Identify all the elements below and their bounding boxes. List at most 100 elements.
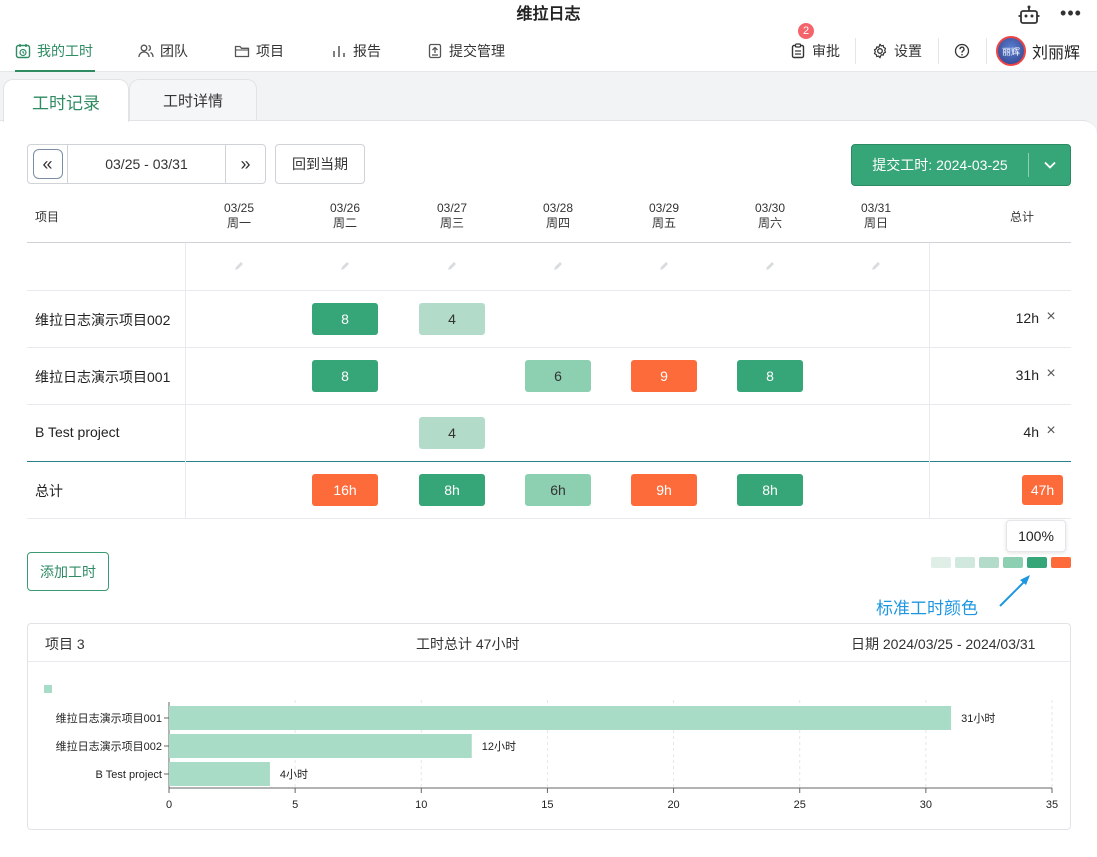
chevron-down-icon[interactable] [1029, 158, 1070, 172]
x-tick-label: 0 [166, 799, 172, 811]
table-row-line [27, 518, 1071, 519]
x-tick-label: 35 [1046, 799, 1058, 811]
prev-week-button[interactable]: « [28, 145, 68, 183]
back-to-current-button[interactable]: 回到当期 [275, 144, 365, 184]
next-week-button[interactable]: » [225, 145, 265, 183]
nav-settings[interactable]: 设置 [872, 30, 922, 72]
table-header-line [27, 242, 1071, 243]
x-tick-label: 5 [292, 799, 298, 811]
day-weekday: 周三 [439, 216, 464, 230]
legend-swatch [1051, 557, 1071, 568]
nav-label: 报告 [353, 43, 381, 59]
nav-divider [986, 38, 987, 64]
hours-cell[interactable]: 8 [737, 360, 803, 392]
close-icon[interactable]: × [1044, 365, 1058, 383]
day-date: 03/28 [542, 201, 574, 215]
title-bar: 维拉日志 ••• [0, 0, 1097, 30]
day-date: 03/30 [754, 201, 786, 215]
table-col-divider [929, 243, 930, 518]
robot-icon[interactable] [1018, 5, 1040, 25]
total-column-header: 总计 [1009, 210, 1034, 224]
day-column-header: 03/28 周四 [528, 201, 588, 231]
daily-total-cell: 8h [419, 474, 485, 506]
pencil-icon[interactable] [339, 260, 351, 272]
folder-icon [234, 45, 250, 58]
help-button[interactable] [954, 30, 970, 72]
x-tick-label: 25 [794, 799, 806, 811]
close-icon[interactable]: × [1044, 308, 1058, 326]
row-total: 31h [1015, 367, 1039, 383]
nav-label: 设置 [894, 43, 922, 59]
daily-total-cell: 16h [312, 474, 378, 506]
date-range-picker: « 03/25 - 03/31 » [27, 144, 266, 184]
nav-reports[interactable]: 报告 [331, 30, 381, 72]
nav-projects[interactable]: 项目 [234, 30, 284, 72]
project-name: 维拉日志演示项目001 [35, 369, 171, 385]
tab-hour-details[interactable]: 工时详情 [129, 79, 257, 121]
bar [169, 762, 270, 786]
date-range-label[interactable]: 03/25 - 03/31 [68, 156, 225, 172]
app-title: 维拉日志 [516, 6, 581, 23]
day-weekday: 周二 [332, 216, 357, 230]
more-icon[interactable]: ••• [1058, 0, 1084, 26]
day-date: 03/27 [436, 201, 468, 215]
nav-my-hours[interactable]: 我的工时 [15, 30, 95, 72]
pencil-icon[interactable] [552, 260, 564, 272]
y-tick-label: B Test project [96, 769, 162, 781]
hours-cell[interactable]: 8 [312, 360, 378, 392]
day-date: 03/29 [648, 201, 680, 215]
nav-divider [938, 38, 939, 64]
legend-swatch [979, 557, 999, 568]
submit-hours-button[interactable]: 提交工时: 2024-03-25 [851, 144, 1071, 186]
project-name: 维拉日志演示项目002 [35, 312, 171, 328]
submit-label: 提交工时: 2024-03-25 [852, 153, 1029, 177]
hours-cell[interactable]: 9 [631, 360, 697, 392]
data-label: 31小时 [961, 712, 995, 725]
data-label: 4小时 [280, 768, 308, 781]
nav-label: 审批 [812, 43, 840, 59]
close-icon[interactable]: × [1044, 422, 1058, 440]
legend-swatch [1027, 557, 1047, 568]
tab-hour-records[interactable]: 工时记录 [3, 79, 129, 122]
approval-badge: 2 [798, 23, 814, 39]
pointer-arrow-icon [999, 575, 1030, 607]
table-col-divider [185, 243, 186, 518]
day-column-header: 03/30 周六 [740, 201, 800, 231]
users-icon [138, 44, 154, 58]
day-date: 03/31 [860, 201, 892, 215]
day-column-header: 03/29 周五 [634, 201, 694, 231]
gear-icon [873, 43, 887, 59]
day-column-header: 03/27 周三 [422, 201, 482, 231]
chevron-double-left-icon: « [32, 149, 63, 179]
hours-cell[interactable]: 6 [525, 360, 591, 392]
nav-divider [855, 38, 856, 64]
daily-total-cell: 9h [631, 474, 697, 506]
table-row-line [27, 404, 1071, 405]
legend-swatch [931, 557, 951, 568]
hours-cell[interactable]: 8 [312, 303, 378, 335]
tab-label: 工时记录 [32, 93, 100, 113]
hours-cell[interactable]: 4 [419, 303, 485, 335]
user-menu[interactable]: 丽辉 刘丽辉 [996, 30, 1080, 72]
pencil-icon[interactable] [658, 260, 670, 272]
legend-marker [44, 685, 52, 693]
bar [169, 734, 472, 758]
hours-cell[interactable]: 4 [419, 417, 485, 449]
nav-submission-management[interactable]: 提交管理 [427, 30, 505, 72]
legend-swatch [955, 557, 975, 568]
add-hours-button[interactable]: 添加工时 [27, 552, 109, 591]
data-label: 12小时 [482, 740, 516, 753]
pencil-icon[interactable] [870, 260, 882, 272]
nav-team[interactable]: 团队 [138, 30, 188, 72]
nav-approval[interactable]: 2 审批 [790, 23, 840, 72]
x-tick-label: 30 [920, 799, 932, 811]
x-tick-label: 15 [541, 799, 553, 811]
clipboard-icon [791, 43, 805, 59]
grand-total: 47h [1022, 475, 1063, 505]
pencil-icon[interactable] [764, 260, 776, 272]
upload-file-icon [428, 43, 442, 59]
top-nav: 我的工时 团队 项目 报告 提交管理 2 审批 设置 丽辉 刘丽辉 [0, 23, 1097, 72]
chevron-double-right-icon: » [240, 153, 251, 174]
pencil-icon[interactable] [446, 260, 458, 272]
pencil-icon[interactable] [233, 260, 245, 272]
